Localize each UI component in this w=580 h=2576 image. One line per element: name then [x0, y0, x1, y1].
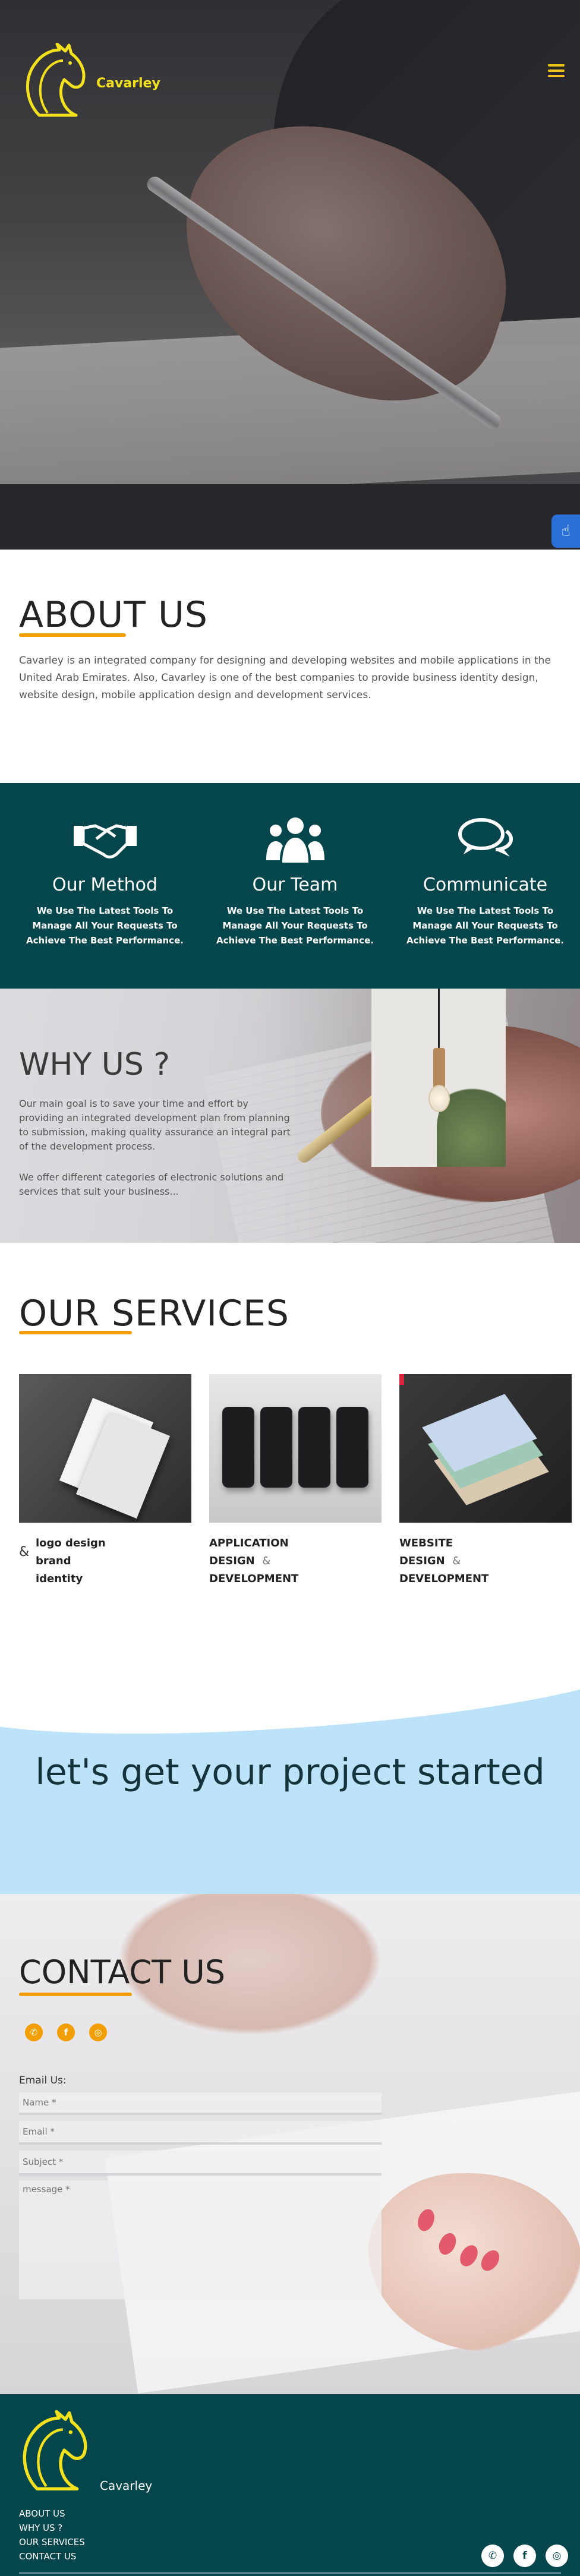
cta-text[interactable]: let's get your project started: [0, 1751, 580, 1793]
why-title: WHY US ?: [19, 1047, 171, 1082]
users-group-icon: [266, 817, 324, 863]
light-bulb-icon: [428, 1085, 450, 1112]
lamp-holder: [433, 1048, 445, 1090]
field-divider: [19, 2142, 382, 2145]
ampersand-icon: &: [19, 1545, 30, 1560]
features-band: Our Method We Use The Latest Tools To Ma…: [0, 783, 580, 989]
email-us-label: Email Us:: [19, 2075, 67, 2086]
service-label-line: DESIGN: [399, 1555, 445, 1567]
services-title-underline: [19, 1331, 132, 1334]
about-text: Cavarley is an integrated company for de…: [19, 655, 551, 701]
hamburger-menu-icon[interactable]: [548, 64, 565, 78]
footer-brand-name: Cavarley: [100, 2479, 153, 2493]
services-title: OUR SERVICES: [19, 1293, 289, 1334]
footer-link-why-us[interactable]: WHY US ?: [19, 2523, 62, 2533]
lamp-cord: [438, 989, 440, 1048]
service-label-line: brand: [36, 1555, 71, 1567]
service-label-web-design[interactable]: WEBSITE DESIGN & DEVELOPMENT: [399, 1535, 572, 1588]
hand-pointer-icon[interactable]: ☝: [551, 514, 580, 548]
footer-logo-horse-icon[interactable]: [18, 2409, 95, 2495]
email-field[interactable]: [19, 2121, 382, 2142]
service-label-app-design[interactable]: APPLICATION DESIGN & DEVELOPMENT: [209, 1535, 382, 1588]
service-image-web-design[interactable]: [399, 1374, 572, 1523]
feature-desc: We Use The Latest Tools To Manage All Yo…: [26, 905, 184, 946]
facebook-icon[interactable]: f: [513, 2545, 536, 2567]
footer-link-about[interactable]: ABOUT US: [19, 2508, 65, 2519]
feature-communicate: Communicate We Use The Latest Tools To M…: [389, 783, 580, 948]
why-lamp-image: [371, 989, 506, 1167]
service-image-logo-design[interactable]: [19, 1374, 191, 1523]
service-label-amp: &: [452, 1555, 461, 1567]
service-label-line: APPLICATION: [209, 1537, 289, 1549]
why-paragraph-2: We offer different categories of electro…: [19, 1172, 284, 1197]
cta-wave: [0, 1680, 580, 1753]
handshake-icon: [73, 824, 137, 858]
field-divider: [19, 2113, 382, 2115]
instagram-icon[interactable]: ◎: [546, 2545, 568, 2567]
name-field[interactable]: [19, 2092, 382, 2113]
feature-our-team: Our Team We Use The Latest Tools To Mana…: [198, 783, 392, 948]
service-image-app-design[interactable]: [209, 1374, 382, 1523]
brand-logo-horse-icon[interactable]: [21, 43, 93, 120]
subject-field[interactable]: [19, 2151, 382, 2173]
about-title-underline: [19, 633, 126, 637]
feature-desc: We Use The Latest Tools To Manage All Yo…: [216, 905, 374, 946]
feature-our-method: Our Method We Use The Latest Tools To Ma…: [8, 783, 201, 948]
contact-title: CONTACT US: [19, 1953, 226, 1991]
contact-title-underline: [19, 1993, 132, 1996]
service-label-line: DEVELOPMENT: [209, 1573, 299, 1585]
whatsapp-icon[interactable]: ✆: [481, 2545, 504, 2567]
service-label-line: DESIGN: [209, 1555, 255, 1567]
instagram-icon[interactable]: ◎: [89, 2023, 107, 2041]
whatsapp-icon[interactable]: ✆: [25, 2023, 43, 2041]
field-divider: [19, 2173, 382, 2176]
facebook-icon[interactable]: f: [57, 2023, 75, 2041]
footer-link-contact[interactable]: CONTACT US: [19, 2551, 76, 2562]
feature-title: Our Team: [252, 875, 338, 895]
about-title: ABOUT US: [19, 594, 209, 636]
brand-name[interactable]: Cavarley: [96, 76, 160, 91]
feature-desc: We Use The Latest Tools To Manage All Yo…: [406, 905, 564, 946]
service-label-line: WEBSITE: [399, 1537, 453, 1549]
service-label-amp: &: [262, 1555, 271, 1567]
message-field[interactable]: [19, 2180, 382, 2299]
feature-title: Communicate: [423, 875, 548, 895]
footer-link-services[interactable]: OUR SERVICES: [19, 2537, 85, 2547]
service-label-line: identity: [36, 1573, 83, 1585]
service-label-line: DEVELOPMENT: [399, 1573, 489, 1585]
service-label-line: logo design: [36, 1537, 106, 1549]
hero-bottom-band: [0, 484, 580, 550]
footer-divider: [19, 2572, 561, 2574]
feature-title: Our Method: [52, 875, 157, 895]
service-label-logo-design[interactable]: logo design brand identity: [36, 1535, 191, 1588]
chat-bubbles-icon: [458, 818, 513, 857]
why-paragraph-1: Our main goal is to save your time and e…: [19, 1098, 291, 1152]
